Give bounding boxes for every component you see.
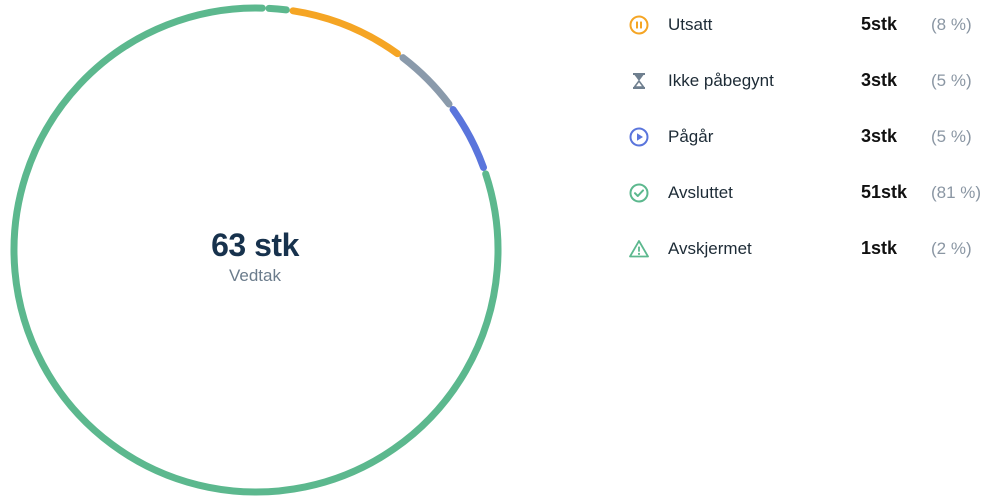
legend-percent: (2 %) <box>931 239 972 258</box>
total-subtitle: Vedtak <box>229 266 281 285</box>
legend-item-ikke-pabegynt[interactable]: Ikke påbegynt 3stk (5 %) <box>628 66 995 96</box>
legend-count: 5stk <box>861 14 898 34</box>
legend-percent: (5 %) <box>931 127 972 146</box>
legend-item-avskjermet[interactable]: Avskjermet 1stk (2 %) <box>628 234 995 264</box>
donut-segment-pågår[interactable] <box>449 106 487 171</box>
legend: Utsatt 5stk (8 %) Ikke påbegynt 3stk (5 … <box>628 0 995 300</box>
legend-label: Avsluttet <box>668 183 733 202</box>
donut-center: 63 stk Vedtak <box>155 225 355 287</box>
legend-label: Ikke påbegynt <box>668 71 774 90</box>
legend-label: Utsatt <box>668 15 713 34</box>
play-circle-icon <box>629 127 649 147</box>
warning-triangle-icon <box>629 240 649 258</box>
legend-label: Pågår <box>668 127 714 146</box>
legend-percent: (81 %) <box>931 183 982 202</box>
hourglass-icon <box>633 73 645 89</box>
donut-segment-avskjermet[interactable] <box>265 4 290 14</box>
legend-count: 3stk <box>861 70 898 90</box>
legend-percent: (8 %) <box>931 15 972 34</box>
legend-count: 51stk <box>861 182 908 202</box>
legend-count: 1stk <box>861 238 898 258</box>
legend-percent: (5 %) <box>931 71 972 90</box>
donut-segment-utsatt[interactable] <box>289 7 401 58</box>
legend-item-pagar[interactable]: Pågår 3stk (5 %) <box>628 122 995 152</box>
legend-count: 3stk <box>861 126 898 146</box>
donut-segment-ikke-påbegynt[interactable] <box>399 54 453 108</box>
total-count: 63 stk <box>211 227 299 263</box>
pause-circle-icon <box>629 15 649 35</box>
legend-item-utsatt[interactable]: Utsatt 5stk (8 %) <box>628 10 995 40</box>
legend-label: Avskjermet <box>668 239 752 258</box>
legend-item-avsluttet[interactable]: Avsluttet 51stk (81 %) <box>628 178 995 208</box>
check-circle-icon <box>629 183 649 203</box>
